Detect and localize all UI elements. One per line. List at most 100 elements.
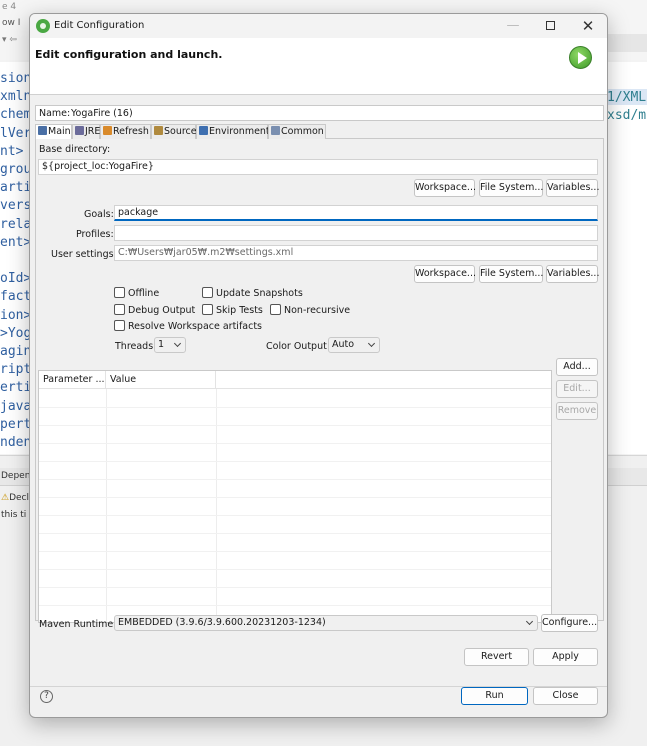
resolve-workspace-label: Resolve Workspace artifacts (128, 321, 263, 332)
jre-icon (75, 126, 84, 135)
skip-tests-label: Skip Tests (216, 305, 263, 316)
dialog-titlebar[interactable]: Edit Configuration — ✕ (30, 14, 607, 38)
background-strip (607, 34, 647, 52)
tab-source[interactable]: Source (151, 124, 197, 139)
dialog-title: Edit Configuration (54, 20, 145, 31)
column-header-parameter[interactable]: Parameter ... (39, 371, 106, 389)
source-icon (154, 126, 163, 135)
update-snapshots-label: Update Snapshots (216, 288, 303, 299)
user-settings-label: User settings: (51, 249, 117, 260)
table-row (39, 479, 551, 480)
color-output-value: Auto (332, 339, 355, 350)
revert-button[interactable]: Revert (464, 648, 529, 666)
chevron-down-icon (173, 339, 182, 348)
threads-label: Threads: (115, 341, 157, 352)
user-workspace-button[interactable]: Workspace... (414, 265, 476, 283)
user-file-system-button[interactable]: File System... (479, 265, 543, 283)
apply-button[interactable]: Apply (533, 648, 598, 666)
table-row (39, 461, 551, 462)
maven-runtime-value: EMBEDDED (3.9.6/3.9.600.20231203-1234) (118, 617, 326, 628)
help-icon[interactable]: ? (40, 690, 53, 703)
close-button[interactable]: Close (533, 687, 598, 705)
maximize-button[interactable] (532, 14, 568, 38)
user-variables-button[interactable]: Variables... (546, 265, 599, 283)
profiles-label: Profiles: (76, 229, 114, 240)
tab-refresh[interactable]: Refresh (100, 124, 151, 139)
main-tab-icon (38, 126, 47, 135)
non-recursive-checkbox[interactable]: Non-recursive (270, 304, 350, 317)
tab-source-label: Source (164, 126, 197, 137)
table-row (39, 425, 551, 426)
tab-refresh-label: Refresh (113, 126, 149, 137)
name-value: YogaFire (16) (71, 108, 133, 119)
common-icon (271, 126, 280, 135)
color-output-select[interactable]: Auto (328, 337, 380, 353)
goals-label: Goals: (84, 209, 114, 220)
remove-parameter-button[interactable]: Remove (556, 402, 598, 420)
resolve-workspace-checkbox-box (114, 320, 125, 331)
background-top-text-1: e 4 (2, 2, 17, 12)
offline-checkbox-box (114, 287, 125, 298)
edit-parameter-button[interactable]: Edit... (556, 380, 598, 398)
table-row (39, 587, 551, 588)
base-variables-button[interactable]: Variables... (546, 179, 599, 197)
table-row (39, 569, 551, 570)
run-button[interactable]: Run (461, 687, 528, 705)
tab-environment[interactable]: Environment (196, 124, 270, 139)
table-row (39, 407, 551, 408)
goals-input[interactable]: package (114, 205, 598, 221)
add-parameter-button[interactable]: Add... (556, 358, 598, 376)
resolve-workspace-checkbox[interactable]: Resolve Workspace artifacts (114, 320, 262, 333)
table-row (39, 533, 551, 534)
debug-output-label: Debug Output (128, 305, 196, 316)
tab-jre[interactable]: JRE (72, 124, 100, 139)
environment-icon (199, 126, 208, 135)
table-row (39, 515, 551, 516)
table-row (39, 551, 551, 552)
refresh-icon (103, 126, 112, 135)
edit-configuration-dialog: Edit Configuration — ✕ Edit configuratio… (29, 13, 608, 718)
table-row (39, 443, 551, 444)
base-directory-input[interactable]: ${project_loc:YogaFire} (38, 159, 598, 175)
threads-select[interactable]: 1 (154, 337, 186, 353)
background-bottom-tab: Depen (1, 471, 31, 481)
run-launch-icon (569, 46, 592, 69)
minimize-button[interactable]: — (495, 14, 531, 38)
update-snapshots-checkbox[interactable]: Update Snapshots (202, 287, 303, 300)
non-recursive-label: Non-recursive (284, 305, 351, 316)
skip-tests-checkbox[interactable]: Skip Tests (202, 304, 263, 317)
close-window-button[interactable]: ✕ (570, 14, 606, 38)
background-bottom-row-2: this ti (1, 510, 27, 520)
column-header-value[interactable]: Value (106, 371, 216, 389)
background-top-text-2: ow I (2, 18, 21, 28)
parameters-table[interactable]: Parameter ... Value (38, 370, 552, 623)
update-snapshots-checkbox-box (202, 287, 213, 298)
background-editor-right-lines: 1/XML xsd/m (607, 90, 647, 124)
table-row (39, 605, 551, 606)
parameters-table-header: Parameter ... Value (39, 371, 551, 389)
profiles-input[interactable] (114, 225, 598, 241)
background-editor-lines: sion xmln chem lVer nt> grou arti vers r… (0, 71, 30, 451)
tab-common[interactable]: Common (268, 124, 326, 139)
color-output-label: Color Output: (266, 341, 331, 352)
threads-value: 1 (158, 339, 165, 350)
user-settings-input[interactable]: C:₩Users₩jar05₩.m2₩settings.xml (114, 245, 598, 261)
spring-app-icon (36, 19, 50, 33)
skip-tests-checkbox-box (202, 304, 213, 315)
tab-main[interactable]: Main (35, 124, 72, 140)
chevron-down-icon (525, 617, 534, 626)
warning-icon: ⚠ (1, 493, 10, 503)
tab-main-label: Main (48, 126, 71, 137)
configure-runtime-button[interactable]: Configure... (541, 614, 598, 632)
non-recursive-checkbox-box (270, 304, 281, 315)
debug-output-checkbox[interactable]: Debug Output (114, 304, 195, 317)
offline-checkbox[interactable]: Offline (114, 287, 159, 300)
maven-runtime-select[interactable]: EMBEDDED (3.9.6/3.9.600.20231203-1234) (114, 615, 538, 631)
base-workspace-button[interactable]: Workspace... (414, 179, 476, 197)
name-field[interactable]: Name: YogaFire (16) (35, 105, 604, 121)
table-row (39, 497, 551, 498)
base-file-system-button[interactable]: File System... (479, 179, 543, 197)
configuration-tabs: Main JRE Refresh Source Environment Comm… (35, 124, 604, 140)
dialog-header: Edit configuration and launch. (30, 38, 607, 95)
tab-environment-label: Environment (209, 126, 270, 137)
